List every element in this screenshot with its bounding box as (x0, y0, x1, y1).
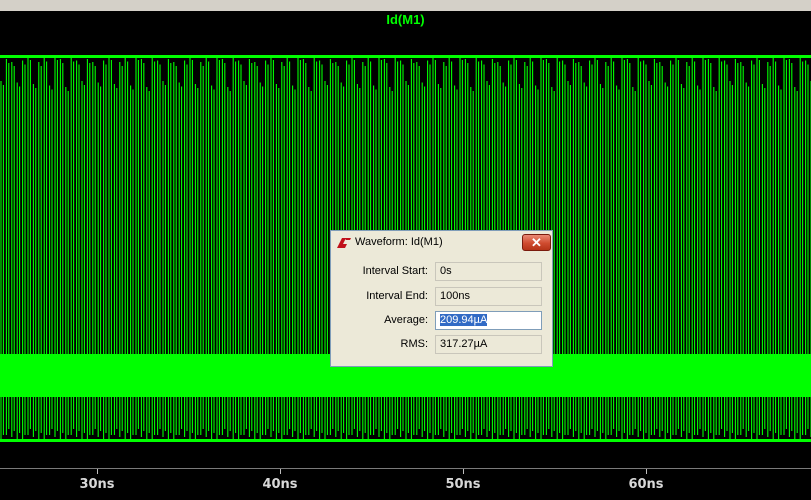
x-tick-label: 30ns (79, 477, 115, 492)
interval-start-label: Interval Start: (362, 265, 428, 277)
interval-end-row: Interval End: 100ns (331, 287, 552, 307)
ltspice-logo-icon (337, 238, 351, 248)
x-tick-label: 40ns (262, 477, 298, 492)
waveform-baseline (0, 439, 811, 442)
window-top-strip (0, 0, 811, 11)
interval-start-row: Interval Start: 0s (331, 262, 552, 282)
x-axis-line (0, 468, 811, 469)
rms-row: RMS: 317.27µA (331, 335, 552, 355)
trace-label[interactable]: Id(M1) (0, 11, 811, 29)
x-tick (97, 469, 98, 474)
waveform-top-edge (0, 55, 811, 58)
x-tick-label: 50ns (445, 477, 481, 492)
rms-field[interactable]: 317.27µA (435, 335, 542, 354)
interval-end-field[interactable]: 100ns (435, 287, 542, 306)
rms-label: RMS: (400, 338, 429, 350)
interval-end-label: Interval End: (366, 290, 428, 302)
average-field[interactable]: 209.94µA (435, 311, 542, 330)
dialog-title-bar[interactable]: Waveform: Id(M1) ✕ (331, 231, 552, 255)
close-icon: ✕ (531, 235, 542, 250)
average-row: Average: 209.94µA (331, 311, 552, 331)
dialog-title: Waveform: Id(M1) (355, 236, 443, 248)
waveform-stats-dialog[interactable]: Waveform: Id(M1) ✕ Interval Start: 0s In… (330, 230, 553, 367)
close-button[interactable]: ✕ (522, 234, 551, 251)
x-tick (646, 469, 647, 474)
interval-start-field[interactable]: 0s (435, 262, 542, 281)
x-tick-label: 60ns (628, 477, 664, 492)
x-tick (463, 469, 464, 474)
x-tick (280, 469, 281, 474)
average-label: Average: (384, 314, 428, 326)
x-axis: 30ns 40ns 50ns 60ns (0, 468, 811, 500)
